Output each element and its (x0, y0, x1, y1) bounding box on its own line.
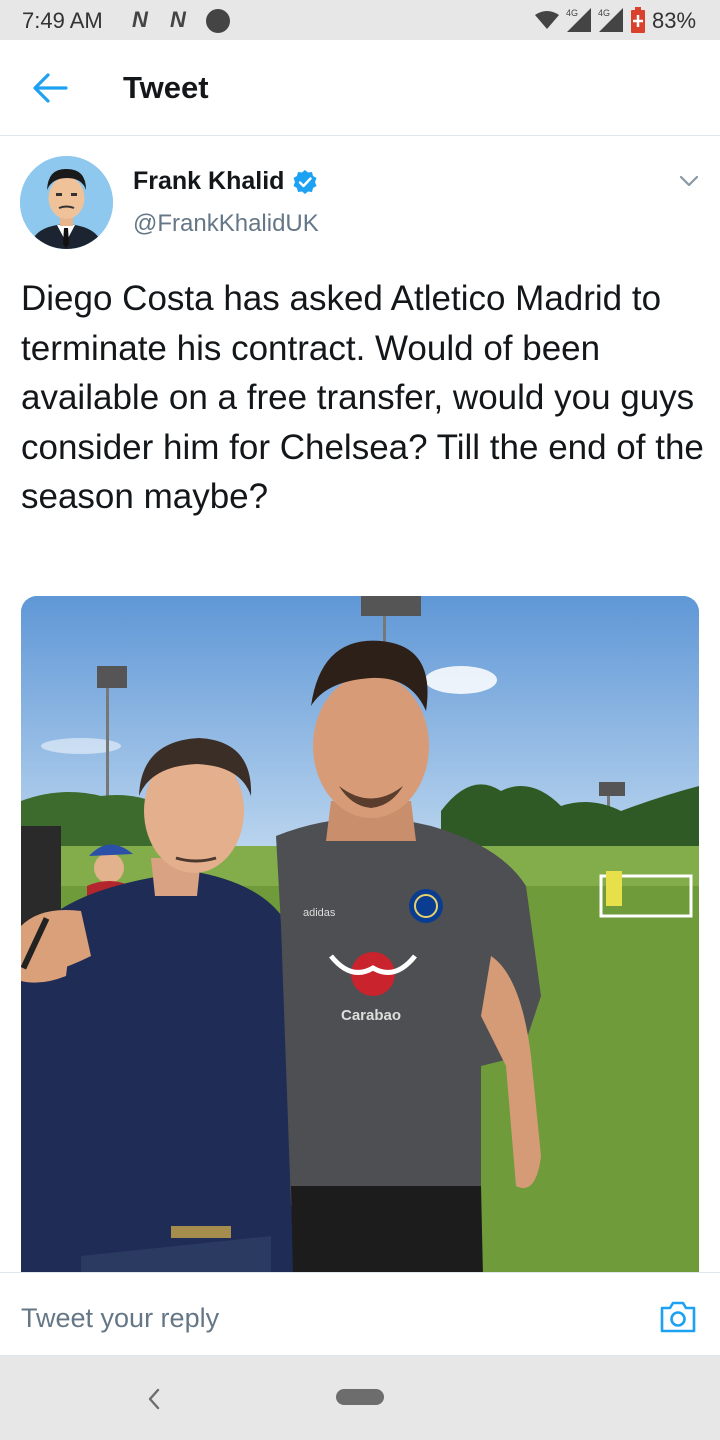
battery-percent: 83% (652, 8, 697, 33)
reply-bar: Tweet your reply (0, 1272, 720, 1356)
shirt-sponsor-text: Carabao (341, 1007, 401, 1024)
network-label: 4G (566, 8, 578, 18)
verified-badge-icon (293, 169, 317, 194)
app-bar: Tweet (0, 40, 720, 136)
author-name-row[interactable]: Frank Khalid (133, 167, 318, 196)
avatar[interactable] (20, 156, 113, 249)
status-bar: 7:49 AM N N 4G 4G 83% (0, 0, 720, 40)
notification-dot-icon (206, 9, 230, 33)
nav-back-icon[interactable] (144, 1386, 164, 1412)
shirt-brand-text: adidas (303, 907, 336, 919)
status-time: 7:49 AM (22, 8, 103, 33)
camera-icon[interactable] (658, 1299, 698, 1335)
author-handle[interactable]: @FrankKhalidUK (133, 210, 319, 238)
notification-n-icon: N (170, 7, 186, 32)
reply-input[interactable]: Tweet your reply (21, 1303, 219, 1334)
back-arrow-icon[interactable] (30, 70, 70, 106)
tweet-photo[interactable]: Carabao adidas (21, 596, 699, 1276)
signal-icon: 4G (598, 8, 623, 32)
page-title: Tweet (123, 70, 209, 105)
home-button[interactable] (336, 1389, 384, 1405)
system-nav-bar (0, 1356, 720, 1440)
network-label: 4G (598, 8, 610, 18)
wifi-icon (535, 11, 559, 29)
signal-icon: 4G (566, 8, 591, 32)
photo-illustration: Carabao adidas (21, 596, 699, 1276)
author-name[interactable]: Frank Khalid (133, 167, 284, 196)
tweet-text: Diego Costa has asked Atletico Madrid to… (21, 279, 704, 516)
avatar-illustration (20, 156, 113, 249)
battery-icon (631, 7, 645, 33)
notification-n-icon: N (132, 7, 148, 32)
chevron-down-icon[interactable] (678, 170, 700, 192)
